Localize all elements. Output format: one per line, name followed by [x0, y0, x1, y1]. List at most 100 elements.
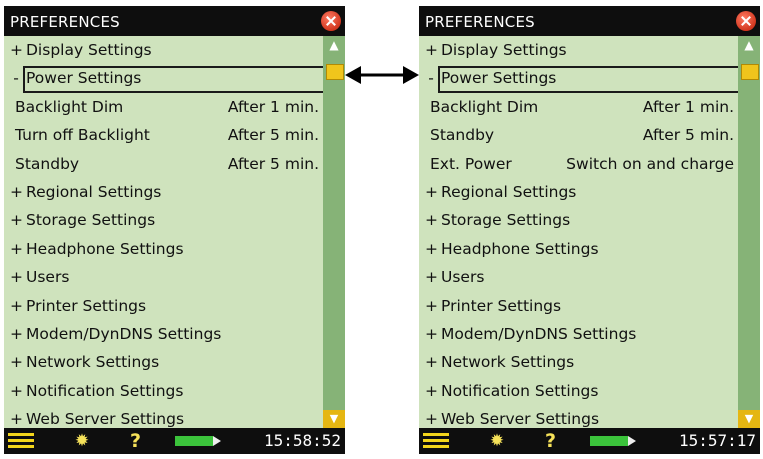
section-row[interactable]: + Headphone Settings [419, 235, 738, 263]
section-label: Headphone Settings [441, 239, 599, 258]
close-icon[interactable] [321, 11, 341, 31]
section-label: Printer Settings [26, 296, 147, 315]
chevron-up-icon[interactable]: ▲ [323, 38, 345, 52]
section-label: Storage Settings [441, 211, 571, 230]
setting-row[interactable]: Ext. Power Switch on and charge [419, 150, 738, 178]
title-bar: PREFERENCES [4, 6, 345, 36]
expand-icon[interactable]: + [10, 348, 23, 376]
section-row[interactable]: + Storage Settings [419, 206, 738, 234]
device-screen-right: PREFERENCES + Display Settings - Power Sett… [419, 6, 760, 454]
expand-icon[interactable]: + [10, 206, 23, 234]
section-row[interactable]: + Headphone Settings [4, 235, 323, 263]
section-row[interactable]: + Users [4, 263, 323, 291]
scroll-thumb[interactable] [741, 64, 759, 80]
window-title: PREFERENCES [425, 13, 535, 31]
backlight-icon[interactable]: ✹ [72, 431, 92, 451]
battery-icon [175, 436, 221, 446]
expand-icon[interactable]: + [425, 36, 438, 64]
collapse-icon[interactable]: - [425, 64, 437, 92]
section-label: Headphone Settings [26, 239, 184, 258]
section-row[interactable]: + Regional Settings [4, 178, 323, 206]
expand-icon[interactable]: + [10, 36, 23, 64]
section-label: Display Settings [441, 41, 567, 59]
setting-label: Standby [15, 154, 80, 173]
section-label: Network Settings [441, 353, 575, 372]
section-row[interactable]: + Display Settings [4, 36, 323, 64]
section-row[interactable]: + Printer Settings [419, 292, 738, 320]
section-row[interactable]: + Users [419, 263, 738, 291]
section-row[interactable]: + Network Settings [419, 348, 738, 376]
chevron-down-icon[interactable]: ▼ [738, 410, 760, 428]
expand-icon[interactable]: + [425, 178, 438, 206]
section-row[interactable]: + Storage Settings [4, 206, 323, 234]
clock: 15:58:52 [263, 431, 341, 450]
setting-value: Switch on and charge [566, 154, 734, 173]
setting-row[interactable]: Standby After 5 min. [4, 150, 323, 178]
section-row-selected[interactable]: - Power Settings [4, 64, 330, 94]
selection-highlight [438, 66, 745, 94]
section-label: Display Settings [26, 41, 152, 59]
section-label: Printer Settings [441, 296, 562, 315]
setting-label: Ext. Power [430, 154, 512, 173]
section-row[interactable]: + Notification Settings [419, 377, 738, 405]
setting-label: Standby [430, 126, 495, 145]
section-row[interactable]: + Modem/DynDNS Settings [419, 320, 738, 348]
help-icon[interactable]: ? [130, 430, 141, 452]
setting-value: After 1 min. [642, 97, 734, 116]
close-icon[interactable] [736, 11, 756, 31]
section-label: Regional Settings [26, 182, 162, 201]
chevron-up-icon[interactable]: ▲ [738, 38, 760, 52]
section-row[interactable]: + Modem/DynDNS Settings [4, 320, 323, 348]
status-bar: ✹ ? 15:58:52 [4, 428, 345, 454]
expand-icon[interactable]: + [425, 292, 438, 320]
section-row[interactable]: + Notification Settings [4, 377, 323, 405]
section-label: Regional Settings [441, 182, 577, 201]
expand-icon[interactable]: + [425, 348, 438, 376]
expand-icon[interactable]: + [10, 178, 23, 206]
section-label: Modem/DynDNS Settings [26, 324, 222, 343]
expand-icon[interactable]: + [425, 377, 438, 405]
expand-icon[interactable]: + [425, 206, 438, 234]
preferences-list: + Display Settings - Power Settings Backligh… [419, 36, 745, 428]
section-row[interactable]: + Printer Settings [4, 292, 323, 320]
section-row[interactable]: + Regional Settings [419, 178, 738, 206]
expand-icon[interactable]: + [10, 263, 23, 291]
expand-icon[interactable]: + [425, 263, 438, 291]
setting-row[interactable]: Standby After 5 min. [419, 121, 738, 149]
setting-row[interactable]: Backlight Dim After 1 min. [419, 93, 738, 121]
expand-icon[interactable]: + [10, 235, 23, 263]
expand-icon[interactable]: + [10, 292, 23, 320]
title-bar: PREFERENCES [419, 6, 760, 36]
clock: 15:57:17 [678, 431, 756, 450]
section-row[interactable]: + Display Settings [419, 36, 738, 64]
setting-row[interactable]: Turn off Backlight After 5 min. [4, 121, 323, 149]
scroll-thumb[interactable] [326, 64, 344, 80]
setting-row[interactable]: Backlight Dim After 1 min. [4, 93, 323, 121]
section-label: Modem/DynDNS Settings [441, 324, 637, 343]
section-row[interactable]: + Network Settings [4, 348, 323, 376]
section-row-selected[interactable]: - Power Settings [419, 64, 745, 94]
expand-icon[interactable]: + [425, 320, 438, 348]
backlight-icon[interactable]: ✹ [487, 431, 507, 451]
section-label: Users [26, 268, 70, 287]
expand-icon[interactable]: + [10, 377, 23, 405]
setting-value: After 5 min. [642, 126, 734, 145]
window-title: PREFERENCES [10, 13, 120, 31]
preferences-list: + Display Settings - Power Settings Backligh… [4, 36, 330, 428]
scrollbar[interactable]: ▲ ▼ [738, 36, 760, 428]
setting-label: Backlight Dim [15, 97, 124, 116]
section-label: Storage Settings [26, 211, 156, 230]
section-label: Notification Settings [26, 381, 184, 400]
menu-icon[interactable] [423, 433, 449, 449]
menu-icon[interactable] [8, 433, 34, 449]
setting-value: After 5 min. [227, 154, 319, 173]
section-label: Notification Settings [441, 381, 599, 400]
scrollbar[interactable]: ▲ ▼ [323, 36, 345, 428]
collapse-icon[interactable]: - [10, 64, 22, 92]
expand-icon[interactable]: + [425, 235, 438, 263]
help-icon[interactable]: ? [545, 430, 556, 452]
expand-icon[interactable]: + [10, 320, 23, 348]
chevron-down-icon[interactable]: ▼ [323, 410, 345, 428]
setting-value: After 5 min. [227, 126, 319, 145]
status-bar: ✹ ? 15:57:17 [419, 428, 760, 454]
